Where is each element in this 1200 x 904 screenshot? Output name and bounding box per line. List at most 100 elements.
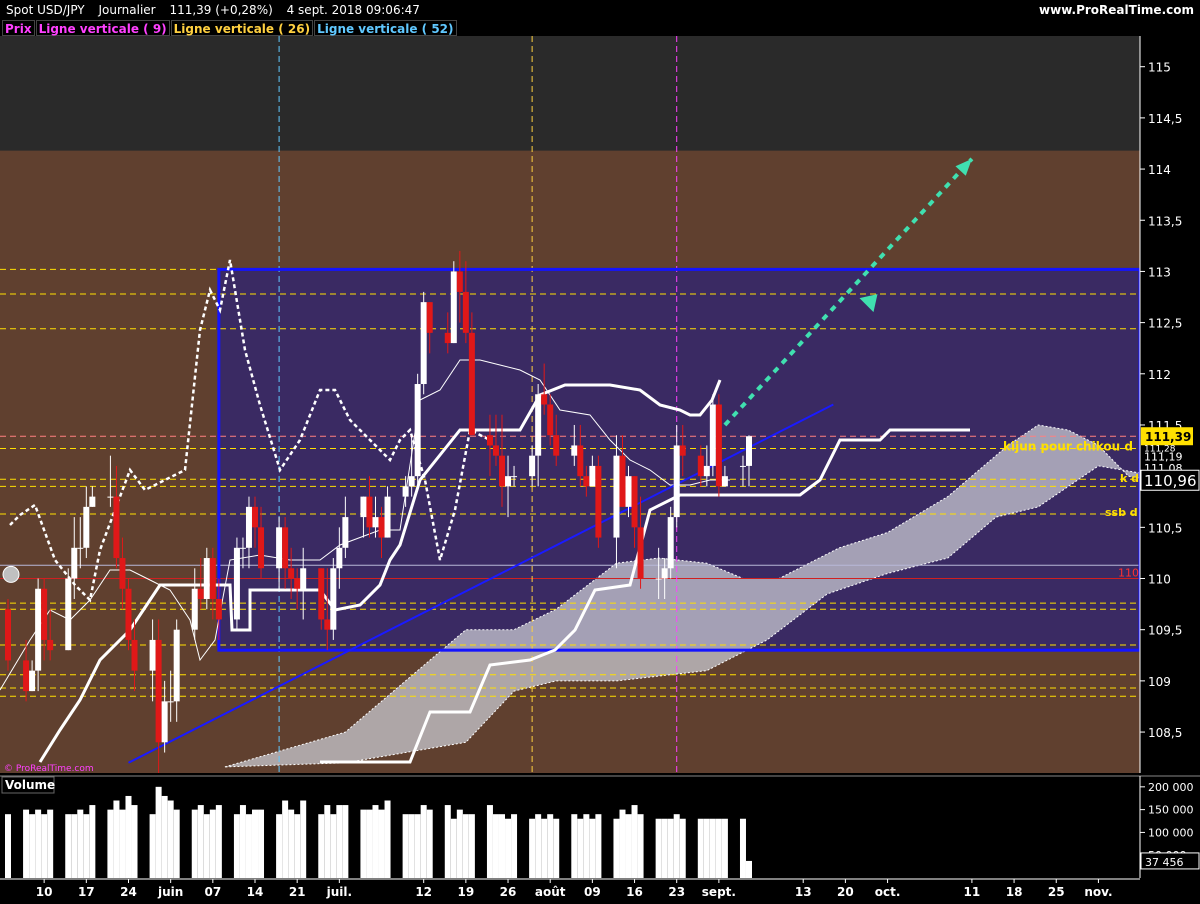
annotation-kijun-d: k d bbox=[1120, 472, 1139, 485]
time-tick-label: 12 bbox=[415, 885, 432, 899]
volume-tick-label: 150 000 bbox=[1148, 804, 1194, 817]
volume-bar bbox=[167, 800, 174, 878]
candle-body bbox=[583, 476, 590, 487]
volume-bar bbox=[155, 786, 162, 878]
candle-body bbox=[173, 629, 180, 702]
current-price-label: 111,39 bbox=[1145, 430, 1191, 444]
legend-item-vertical-9[interactable]: Ligne verticale ( 9) bbox=[35, 20, 170, 36]
timestamp-label: 4 sept. 2018 09:06:47 bbox=[286, 3, 420, 17]
volume-bar bbox=[209, 809, 216, 878]
candle-body bbox=[450, 271, 457, 344]
volume-bar bbox=[553, 818, 560, 878]
candle-body bbox=[372, 517, 379, 528]
price-tick-label: 108,5 bbox=[1148, 726, 1182, 740]
volume-bar bbox=[294, 814, 301, 878]
candle-body bbox=[746, 436, 752, 466]
volume-bar bbox=[378, 809, 385, 878]
volume-bar bbox=[161, 795, 168, 878]
candle-body bbox=[83, 506, 90, 548]
volume-bar bbox=[318, 814, 325, 878]
volume-bar bbox=[746, 860, 752, 878]
candle-body bbox=[245, 506, 252, 548]
time-tick-label: oct. bbox=[875, 885, 901, 899]
candle-body bbox=[288, 568, 295, 579]
time-tick-label: juin bbox=[157, 885, 183, 899]
candle-body bbox=[252, 506, 258, 528]
price-tick-label: 113 bbox=[1148, 265, 1171, 279]
volume-bar bbox=[258, 809, 265, 878]
candle-body bbox=[499, 455, 505, 487]
volume-bar bbox=[342, 805, 349, 878]
candle-body bbox=[209, 558, 216, 599]
time-tick-label: 23 bbox=[668, 885, 685, 899]
volume-bar bbox=[468, 814, 475, 878]
volume-bar bbox=[709, 818, 716, 878]
candle-body bbox=[191, 588, 198, 630]
volume-bar bbox=[589, 818, 596, 878]
volume-bar bbox=[408, 814, 415, 878]
volume-bar bbox=[360, 809, 367, 878]
candle-body bbox=[739, 465, 746, 467]
volume-bar bbox=[384, 800, 391, 878]
candle-body bbox=[492, 445, 499, 456]
volume-bar bbox=[450, 818, 457, 878]
price-tick-label: 113,5 bbox=[1148, 214, 1182, 228]
alert-bell-icon[interactable] bbox=[2, 565, 20, 583]
volume-bar bbox=[535, 814, 542, 878]
time-tick-label: 11 bbox=[964, 885, 981, 899]
candle-body bbox=[709, 404, 716, 466]
legend-item-vertical-26[interactable]: Ligne verticale ( 26) bbox=[170, 20, 314, 36]
candle-body bbox=[360, 496, 367, 518]
volume-bar bbox=[149, 814, 156, 878]
volume-tick-label: 100 000 bbox=[1148, 826, 1194, 839]
volume-bar bbox=[486, 805, 493, 878]
volume-bar bbox=[65, 814, 72, 878]
candle-body bbox=[444, 332, 451, 344]
candle-body bbox=[619, 455, 626, 507]
volume-bar bbox=[239, 805, 246, 878]
candle-body bbox=[77, 547, 84, 549]
candle-body bbox=[715, 404, 722, 487]
candle-body bbox=[300, 568, 307, 589]
candle-body bbox=[161, 701, 168, 743]
candle-body bbox=[131, 639, 138, 671]
instrument-name: Spot USD/JPY bbox=[6, 3, 85, 17]
candle-body bbox=[197, 588, 204, 599]
candle-body bbox=[336, 547, 343, 569]
candle-body bbox=[505, 476, 512, 487]
brand-link[interactable]: www.ProRealTime.com bbox=[1039, 0, 1194, 20]
candle-body bbox=[149, 639, 156, 671]
candle-body bbox=[589, 465, 596, 487]
period-label: Journalier bbox=[98, 3, 156, 17]
candle-body bbox=[318, 568, 325, 620]
quote-label: 111,39 (+0,28%) bbox=[169, 3, 273, 17]
time-tick-label: 24 bbox=[120, 885, 137, 899]
volume-bar bbox=[577, 818, 584, 878]
volume-bar bbox=[252, 809, 258, 878]
volume-bar bbox=[203, 814, 210, 878]
price-tick-label: 114 bbox=[1148, 163, 1171, 177]
price-tick-label: 109,5 bbox=[1148, 624, 1182, 638]
volume-bar bbox=[402, 814, 409, 878]
volume-bar bbox=[631, 805, 638, 878]
candle-body bbox=[703, 465, 710, 477]
legend-item-prix[interactable]: Prix bbox=[2, 20, 35, 36]
chart-title: Spot USD/JPY Journalier 111,39 (+0,28%) … bbox=[6, 0, 430, 20]
volume-bar bbox=[47, 809, 54, 878]
candle-body bbox=[631, 476, 638, 528]
volume-bar bbox=[715, 818, 722, 878]
volume-bar bbox=[336, 805, 343, 878]
volume-bar bbox=[5, 814, 11, 878]
candle-body bbox=[378, 517, 385, 538]
candle-body bbox=[529, 455, 536, 477]
candle-body bbox=[342, 517, 349, 548]
price-tick-label: 112 bbox=[1148, 368, 1171, 382]
candle-body bbox=[426, 302, 433, 333]
candle-body bbox=[637, 527, 644, 579]
candle-body bbox=[402, 486, 409, 497]
price-tick-label: 109 bbox=[1148, 675, 1171, 689]
legend-item-vertical-52[interactable]: Ligne verticale ( 52) bbox=[314, 20, 457, 36]
candle-body bbox=[384, 496, 391, 538]
volume-bar bbox=[661, 818, 668, 878]
price-label-110-red: 110 bbox=[1118, 567, 1139, 580]
